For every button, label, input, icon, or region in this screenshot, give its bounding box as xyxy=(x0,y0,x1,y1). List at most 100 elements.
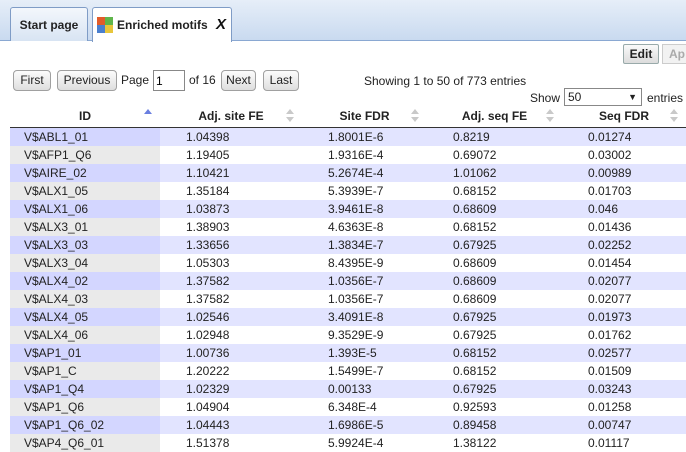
table-cell: 0.67925 xyxy=(427,379,562,398)
page-count-label: of 16 xyxy=(189,73,216,87)
table-cell: 1.04904 xyxy=(160,397,302,416)
table-row[interactable]: V$ALX1_06 1.03873 3.9461E-8 0.68609 0.046 xyxy=(10,199,686,218)
previous-page-button[interactable]: Previous xyxy=(57,70,117,91)
table-cell: 0.89458 xyxy=(427,415,562,434)
table-row[interactable]: V$AP1_Q4 1.02329 0.00133 0.67925 0.03243 xyxy=(10,379,686,398)
last-page-button[interactable]: Last xyxy=(263,70,299,91)
table-row[interactable]: V$AFP1_Q6 1.19405 1.9316E-4 0.69072 0.03002 xyxy=(10,145,686,164)
table-cell: 0.02252 xyxy=(562,235,686,254)
entries-info: Showing 1 to 50 of 773 entries xyxy=(364,74,527,88)
table-row[interactable]: V$ALX4_03 1.37582 1.0356E-7 0.68609 0.02077 xyxy=(10,289,686,308)
table-cell: 0.02077 xyxy=(562,289,686,308)
column-header-adj-site-fe[interactable]: Adj. site FE xyxy=(160,106,302,128)
column-header-site-fdr[interactable]: Site FDR xyxy=(302,106,427,128)
first-page-button[interactable]: First xyxy=(13,70,51,91)
tab-enriched-motifs[interactable]: Enriched motifs X xyxy=(92,7,232,42)
table-cell: 0.68609 xyxy=(427,271,562,290)
table-cell: 0.01454 xyxy=(562,253,686,272)
table-row[interactable]: V$AP1_Q6_02 1.04443 1.6986E-5 0.89458 0.0074… xyxy=(10,415,686,434)
table-cell: 1.04443 xyxy=(160,415,302,434)
table-row[interactable]: V$ABL1_01 1.04398 1.8001E-6 0.8219 0.01274 xyxy=(10,127,686,146)
table-cell: 1.38122 xyxy=(427,433,562,452)
sort-icon xyxy=(411,109,419,123)
table-cell: 1.04398 xyxy=(160,127,302,146)
table-row[interactable]: V$AIRE_02 1.10421 5.2674E-4 1.01062 0.00989 xyxy=(10,163,686,182)
table-row[interactable]: V$ALX4_06 1.02948 9.3529E-9 0.67925 0.01762 xyxy=(10,325,686,344)
tab-bar: Start page Enriched motifs X xyxy=(0,0,686,42)
sort-icon xyxy=(286,109,294,123)
table-row[interactable]: V$ALX1_05 1.35184 5.3939E-7 0.68152 0.01703 xyxy=(10,181,686,200)
table-cell: 1.37582 xyxy=(160,271,302,290)
table-cell: 1.03873 xyxy=(160,199,302,218)
table-row[interactable]: V$AP1_01 1.00736 1.393E-5 0.68152 0.02577 xyxy=(10,343,686,362)
table-row[interactable]: V$AP4_Q6_01 1.51378 5.9924E-4 1.38122 0.0111… xyxy=(10,433,686,452)
table-cell: V$AP1_Q4 xyxy=(10,379,160,398)
page-size-select[interactable]: 50 ▼ xyxy=(564,88,642,106)
table-cell: 1.393E-5 xyxy=(302,343,427,362)
table-cell: 3.9461E-8 xyxy=(302,199,427,218)
table-body: V$ABL1_01 1.04398 1.8001E-6 0.8219 0.01274 V$… xyxy=(10,127,686,452)
edit-button[interactable]: Edit xyxy=(623,44,659,64)
table-cell: 1.33656 xyxy=(160,235,302,254)
table-row[interactable]: V$ALX4_05 1.02546 3.4091E-8 0.67925 0.01973 xyxy=(10,307,686,326)
table-cell: 1.19405 xyxy=(160,145,302,164)
page-label: Page xyxy=(121,73,150,87)
table-cell: 6.348E-4 xyxy=(302,397,427,416)
sort-icon xyxy=(546,109,554,123)
table-cell: 8.4395E-9 xyxy=(302,253,427,272)
table-cell: 0.68152 xyxy=(427,181,562,200)
table-cell: 1.0356E-7 xyxy=(302,271,427,290)
apply-button[interactable]: Ap xyxy=(662,44,686,64)
table-icon xyxy=(97,17,113,33)
table-cell: 0.02577 xyxy=(562,343,686,362)
table-header-row: ID Adj. site FE Site FDR Adj. seq FE Seq… xyxy=(10,106,686,128)
close-tab-icon[interactable]: X xyxy=(216,16,226,33)
table-cell: 1.01062 xyxy=(427,163,562,182)
tab-start-page-label: Start page xyxy=(19,17,79,32)
table-cell: 0.03243 xyxy=(562,379,686,398)
table-row[interactable]: V$ALX3_03 1.33656 1.3834E-7 0.67925 0.02252 xyxy=(10,235,686,254)
table-cell: 4.6363E-8 xyxy=(302,217,427,236)
table-row[interactable]: V$ALX4_02 1.37582 1.0356E-7 0.68609 0.02077 xyxy=(10,271,686,290)
table-cell: V$ALX4_03 xyxy=(10,289,160,308)
table-cell: 0.67925 xyxy=(427,307,562,326)
table-cell: 1.0356E-7 xyxy=(302,289,427,308)
table-cell: 0.01762 xyxy=(562,325,686,344)
column-header-id[interactable]: ID xyxy=(10,106,160,128)
table-row[interactable]: V$ALX3_04 1.05303 8.4395E-9 0.68609 0.01454 xyxy=(10,253,686,272)
table-cell: 1.5499E-7 xyxy=(302,361,427,380)
table-cell: 0.02077 xyxy=(562,271,686,290)
table-cell: 0.01973 xyxy=(562,307,686,326)
table-cell: 1.00736 xyxy=(160,343,302,362)
entries-label: entries xyxy=(647,91,684,105)
table-cell: 0.68152 xyxy=(427,343,562,362)
table-cell: 1.9316E-4 xyxy=(302,145,427,164)
table-cell: 1.3834E-7 xyxy=(302,235,427,254)
tab-start-page[interactable]: Start page xyxy=(10,7,88,41)
table-row[interactable]: V$ALX3_01 1.38903 4.6363E-8 0.68152 0.01436 xyxy=(10,217,686,236)
next-page-button[interactable]: Next xyxy=(221,70,256,91)
table-cell: 1.05303 xyxy=(160,253,302,272)
table-cell: V$AP1_01 xyxy=(10,343,160,362)
page-number-input[interactable] xyxy=(153,70,185,91)
table-cell: 0.00747 xyxy=(562,415,686,434)
column-header-adj-seq-fe[interactable]: Adj. seq FE xyxy=(427,106,562,128)
table-cell: V$AP4_Q6_01 xyxy=(10,433,160,452)
column-header-seq-fdr[interactable]: Seq FDR xyxy=(562,106,686,128)
table-cell: V$ALX4_02 xyxy=(10,271,160,290)
table-cell: 0.68609 xyxy=(427,253,562,272)
table-cell: 1.6986E-5 xyxy=(302,415,427,434)
table-cell: 1.37582 xyxy=(160,289,302,308)
table-cell: 1.02329 xyxy=(160,379,302,398)
table-cell: 1.10421 xyxy=(160,163,302,182)
table-cell: 0.8219 xyxy=(427,127,562,146)
table-cell: 5.9924E-4 xyxy=(302,433,427,452)
table-cell: 1.02546 xyxy=(160,307,302,326)
results-table: ID Adj. site FE Site FDR Adj. seq FE Seq… xyxy=(10,106,686,452)
table-cell: V$AP1_Q6 xyxy=(10,397,160,416)
table-row[interactable]: V$AP1_Q6 1.04904 6.348E-4 0.92593 0.01258 xyxy=(10,397,686,416)
table-cell: 0.01258 xyxy=(562,397,686,416)
table-row[interactable]: V$AP1_C 1.20222 1.5499E-7 0.68152 0.01509 xyxy=(10,361,686,380)
chevron-down-icon: ▼ xyxy=(628,92,637,102)
table-cell: 0.03002 xyxy=(562,145,686,164)
